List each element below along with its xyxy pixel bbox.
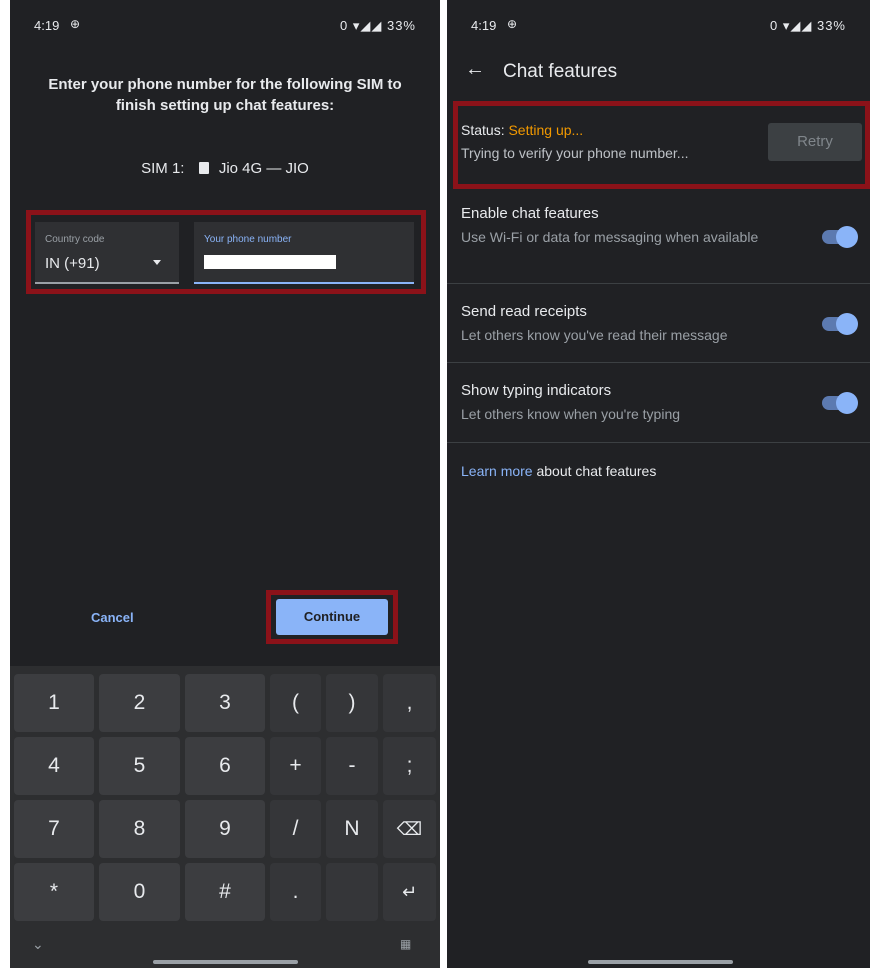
data-saver-icon: ⊕ xyxy=(507,17,518,31)
sim-info: SIM 1: Jio 4G — JIO xyxy=(10,160,440,177)
learn-more-link[interactable]: Learn more xyxy=(461,463,533,479)
learn-more-line: Learn more about chat features xyxy=(461,463,656,479)
sim-name: Jio 4G — JIO xyxy=(218,160,309,177)
row-divider xyxy=(447,442,870,443)
sim-label: SIM 1: xyxy=(141,160,185,177)
hide-keyboard-icon[interactable]: ⌄ xyxy=(32,936,44,953)
key-slash[interactable]: / xyxy=(270,800,321,858)
key-minus[interactable]: - xyxy=(326,737,378,795)
setting-subtitle: Let others know when you're typing xyxy=(461,406,681,422)
status-time: 4:19 xyxy=(34,18,60,33)
screenshot-divider xyxy=(440,0,447,968)
status-line: Status: Setting up... xyxy=(461,122,583,138)
key-6[interactable]: 6 xyxy=(185,737,265,795)
setting-title: Show typing indicators xyxy=(461,382,612,399)
status-bar: 4:19 ⊕ 0 ▾◢◢ 33% xyxy=(10,0,440,50)
key-5[interactable]: 5 xyxy=(99,737,180,795)
key-3[interactable]: 3 xyxy=(185,674,265,732)
read-receipts-toggle[interactable] xyxy=(822,313,858,335)
toggle-knob xyxy=(836,392,858,414)
key-close-paren[interactable]: ) xyxy=(326,674,378,732)
status-icons: 0 ▾◢◢ 33% xyxy=(770,18,846,33)
key-4[interactable]: 4 xyxy=(14,737,94,795)
country-code-label: Country code xyxy=(45,234,105,245)
key-open-paren[interactable]: ( xyxy=(270,674,321,732)
key-0[interactable]: 0 xyxy=(99,863,180,921)
key-star[interactable]: * xyxy=(14,863,94,921)
learn-more-text: about chat features xyxy=(532,463,657,479)
backspace-key-icon[interactable]: ⌫ xyxy=(383,800,436,858)
key-space[interactable] xyxy=(326,863,378,921)
toggle-knob xyxy=(836,226,858,248)
status-icons: 0 ▾◢◢ 33% xyxy=(340,18,416,33)
status-time: 4:19 xyxy=(471,18,497,33)
key-1[interactable]: 1 xyxy=(14,674,94,732)
phone-number-input[interactable]: Your phone number xyxy=(194,222,414,284)
setup-screen: 4:19 ⊕ 0 ▾◢◢ 33% Enter your phone number… xyxy=(10,0,440,968)
chat-features-screen: 4:19 ⊕ 0 ▾◢◢ 33% ← Chat features Status:… xyxy=(447,0,870,968)
key-9[interactable]: 9 xyxy=(185,800,265,858)
key-2[interactable]: 2 xyxy=(99,674,180,732)
row-divider xyxy=(447,362,870,363)
setting-title: Enable chat features xyxy=(461,205,599,222)
key-7[interactable]: 7 xyxy=(14,800,94,858)
cancel-button[interactable]: Cancel xyxy=(91,610,134,625)
status-value: Setting up... xyxy=(508,122,584,138)
status-detail: Trying to verify your phone number... xyxy=(461,145,689,161)
status-bar: 4:19 ⊕ 0 ▾◢◢ 33% xyxy=(447,0,870,50)
page-title: Chat features xyxy=(503,61,618,82)
setting-read-receipts[interactable]: Send read receipts Let others know you'v… xyxy=(447,294,870,360)
dropdown-arrow-icon xyxy=(153,260,161,265)
phone-number-label: Your phone number xyxy=(204,234,292,245)
status-prefix: Status: xyxy=(461,122,509,138)
back-arrow-icon[interactable]: ← xyxy=(465,58,485,81)
toggle-knob xyxy=(836,313,858,335)
setting-typing-indicators[interactable]: Show typing indicators Let others know w… xyxy=(447,373,870,439)
data-saver-icon: ⊕ xyxy=(70,17,81,31)
key-n[interactable]: N xyxy=(326,800,378,858)
row-divider xyxy=(447,283,870,284)
key-hash[interactable]: # xyxy=(185,863,265,921)
key-period[interactable]: . xyxy=(270,863,321,921)
gesture-home-bar[interactable] xyxy=(588,960,733,964)
continue-button[interactable]: Continue xyxy=(276,599,388,635)
key-semicolon[interactable]: ; xyxy=(383,737,436,795)
setup-instruction: Enter your phone number for the followin… xyxy=(48,76,402,114)
setting-subtitle: Let others know you've read their messag… xyxy=(461,327,728,343)
enter-key-icon[interactable]: ↵ xyxy=(383,863,436,921)
key-comma[interactable]: , xyxy=(383,674,436,732)
redacted-phone-number xyxy=(204,255,336,269)
typing-indicators-toggle[interactable] xyxy=(822,392,858,414)
keyboard-switch-icon[interactable]: ▦ xyxy=(400,937,411,951)
numeric-keyboard: 1 2 3 ( ) , 4 5 6 + - ; 7 8 9 / N ⌫ * 0 … xyxy=(10,666,440,968)
key-8[interactable]: 8 xyxy=(99,800,180,858)
setting-subtitle: Use Wi-Fi or data for messaging when ava… xyxy=(461,229,759,245)
gesture-home-bar[interactable] xyxy=(153,960,298,964)
app-bar: ← Chat features xyxy=(447,52,870,92)
retry-button[interactable]: Retry xyxy=(768,123,862,161)
enable-chat-toggle[interactable] xyxy=(822,226,858,248)
setting-enable-chat[interactable]: Enable chat features Use Wi-Fi or data f… xyxy=(447,196,870,282)
setting-title: Send read receipts xyxy=(461,303,587,320)
country-code-select[interactable]: Country code IN (+91) xyxy=(35,222,179,284)
country-code-value: IN (+91) xyxy=(45,255,100,272)
key-plus[interactable]: + xyxy=(270,737,321,795)
sim-card-icon xyxy=(198,162,209,174)
